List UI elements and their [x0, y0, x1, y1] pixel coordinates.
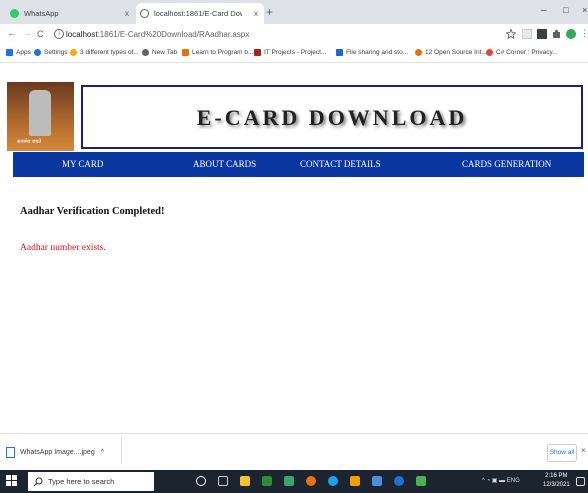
image-file-icon	[6, 446, 15, 458]
maximize-button[interactable]: □	[563, 5, 568, 15]
star-icon[interactable]	[506, 29, 516, 39]
bookmark-link[interactable]: File sharing and sto...	[336, 49, 408, 56]
bookmarks-bar: Apps Settings 3 different types of... Ne…	[0, 46, 588, 63]
download-filename: WhatsApp Image....jpeg	[20, 448, 95, 456]
tab-title: localhost:1861/E-Card Downloa	[154, 9, 242, 18]
clock-date: 12/3/2021	[543, 482, 570, 488]
app-icon[interactable]	[416, 476, 426, 486]
task-view-icon[interactable]	[218, 476, 228, 486]
nav-about-cards[interactable]: ABOUT CARDS	[193, 159, 256, 169]
puzzle-icon[interactable]	[552, 29, 562, 39]
bookmark-link[interactable]: C# Corner : Privacy...	[486, 49, 558, 56]
search-placeholder: Type here to search	[48, 477, 115, 486]
cortana-icon[interactable]	[196, 476, 206, 486]
tab-title: WhatsApp	[24, 9, 59, 18]
result-message: Aadhar number exists.	[20, 243, 106, 253]
bookmark-link[interactable]: 3 different types of...	[70, 49, 139, 56]
app-icon[interactable]	[350, 476, 360, 486]
apps-icon	[6, 49, 13, 56]
taskbar-search-input[interactable]: Type here to search	[28, 472, 154, 491]
app-icon[interactable]	[306, 476, 316, 486]
close-download-bar-button[interactable]: ×	[581, 446, 586, 455]
chrome-icon[interactable]	[328, 476, 338, 486]
back-button[interactable]: ←	[7, 28, 17, 39]
nav-my-card[interactable]: MY CARD	[62, 159, 103, 169]
app-icon[interactable]	[372, 476, 382, 486]
taskbar-clock[interactable]: 2:16 PM 12/3/2021	[543, 472, 570, 490]
gear-icon	[34, 49, 41, 56]
globe-icon	[142, 49, 149, 56]
emblem-motto: सत्यमेव जयते	[17, 139, 42, 145]
bookmark-icon	[70, 49, 77, 56]
tab-ecard[interactable]: localhost:1861/E-Card Downloa x	[136, 3, 264, 24]
address-bar[interactable]: localhost:1861/E-Card%20Download/RAadhar…	[66, 30, 249, 39]
download-item[interactable]: WhatsApp Image....jpeg ^	[6, 442, 118, 462]
url-host: localhost	[66, 30, 98, 39]
clock-time: 2:16 PM	[545, 473, 568, 479]
whatsapp-icon	[10, 9, 19, 18]
close-tab-icon[interactable]: x	[254, 9, 258, 18]
close-tab-icon[interactable]: x	[125, 9, 129, 18]
chevron-up-icon[interactable]: ^	[101, 449, 104, 456]
profile-avatar[interactable]	[566, 29, 576, 39]
bookmark-link[interactable]: IT Projects - Project...	[254, 49, 326, 56]
app-icon[interactable]	[394, 476, 404, 486]
minimize-button[interactable]: –	[541, 5, 547, 16]
browser-toolbar: ← → C i localhost:1861/E-Card%20Download…	[0, 24, 588, 46]
divider	[121, 438, 122, 464]
emblem-pillar	[29, 90, 51, 136]
bookmark-link[interactable]: Learn to Program b...	[182, 49, 253, 56]
globe-icon	[140, 9, 149, 18]
notification-icon[interactable]	[576, 477, 585, 486]
nav-contact-details[interactable]: CONTACT DETAILS	[300, 159, 381, 169]
bookmark-new-tab[interactable]: New Tab	[142, 49, 177, 56]
language-indicator: ENG	[506, 478, 520, 484]
bookmark-icon	[486, 49, 493, 56]
bookmark-apps[interactable]: Apps	[6, 49, 31, 56]
bookmark-icon	[415, 49, 422, 56]
menu-icon[interactable]: ⋮	[580, 28, 588, 39]
info-icon[interactable]: i	[54, 29, 64, 39]
bookmark-icon	[254, 49, 261, 56]
extension-icon[interactable]	[522, 29, 532, 39]
verification-heading: Aadhar Verification Completed!	[20, 206, 165, 217]
file-explorer-icon[interactable]	[240, 476, 250, 486]
app-icon[interactable]	[284, 476, 294, 486]
bookmark-icon	[336, 49, 343, 56]
search-icon	[33, 477, 43, 486]
windows-start-icon[interactable]	[6, 475, 17, 486]
tab-whatsapp[interactable]: WhatsApp x	[10, 3, 135, 24]
url-path: :1861/E-Card%20Download/RAadhar.aspx	[97, 30, 250, 39]
reload-button[interactable]: C	[37, 29, 44, 39]
system-tray[interactable]: ^ ◔ ▣ ▬ ENG	[482, 477, 520, 484]
window-close-button[interactable]: ×	[582, 5, 587, 15]
bookmark-link[interactable]: 12 Open Source Int...	[415, 49, 487, 56]
new-tab-button[interactable]: +	[266, 5, 273, 19]
forward-button[interactable]: →	[22, 28, 32, 39]
show-all-button[interactable]: Show all	[547, 444, 577, 462]
bookmark-settings[interactable]: Settings	[34, 49, 68, 56]
nav-cards-generation[interactable]: CARDS GENERATION	[462, 159, 551, 169]
page-title: E-CARD DOWNLOAD	[196, 105, 468, 130]
national-emblem: सत्यमेव जयते	[7, 82, 74, 151]
app-icon[interactable]	[262, 476, 272, 486]
bookmark-icon	[182, 49, 189, 56]
extension-icon[interactable]	[537, 29, 547, 39]
